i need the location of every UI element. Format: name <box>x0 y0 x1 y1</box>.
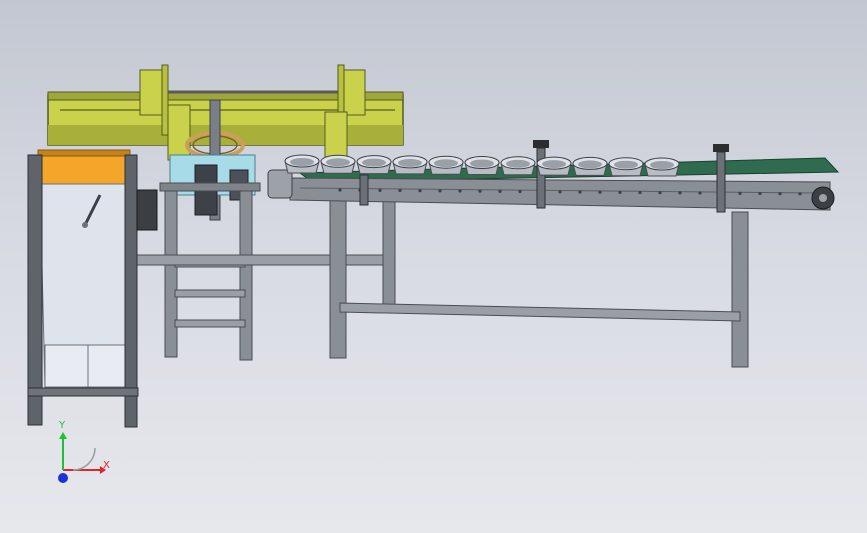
cup <box>608 157 644 177</box>
hopper-top-box <box>37 151 131 185</box>
conveyor-hole <box>678 191 682 195</box>
conveyor-hole <box>378 188 382 192</box>
base-frame[interactable] <box>134 189 749 368</box>
triad-x-label: X <box>103 460 110 471</box>
conveyor-hole <box>498 189 502 193</box>
conveyor-end-roller <box>267 169 293 199</box>
front-leg-right <box>731 211 749 368</box>
gripper-carriage <box>167 104 191 161</box>
conveyor-hole <box>598 190 602 194</box>
gantry-left-upright <box>161 64 169 136</box>
cup <box>392 155 428 175</box>
conveyor-hole <box>758 191 762 196</box>
triad-z-axis <box>58 473 68 483</box>
station-frame-left <box>164 184 178 358</box>
conveyor[interactable] <box>267 140 840 213</box>
conveyor-drive-hub <box>819 194 827 202</box>
hopper-frame-right <box>124 154 138 428</box>
conveyor-hole <box>518 189 522 194</box>
conveyor-hole <box>658 191 662 195</box>
conveyor-hole <box>798 192 802 196</box>
station-crossbar-2 <box>174 289 246 298</box>
gantry-left-bracket <box>139 69 163 116</box>
front-leg-left <box>329 199 347 359</box>
station-frame-right <box>239 189 253 361</box>
rear-leg-left <box>382 189 396 306</box>
hopper-side-motor <box>136 189 158 231</box>
conveyor-side-frame <box>289 177 831 211</box>
conveyor-hole <box>418 189 422 193</box>
station-crossbar-3 <box>174 319 246 328</box>
conveyor-hole <box>618 190 622 194</box>
lower-long-rail <box>339 302 741 322</box>
hopper-frame-left <box>27 154 43 426</box>
cup <box>284 154 320 174</box>
conveyor-hole <box>458 189 462 193</box>
guide-post-1 <box>359 174 369 206</box>
conveyor-hole <box>738 191 742 195</box>
cup-row <box>284 154 680 177</box>
triad-y-label: Y <box>58 420 66 431</box>
hopper-lever-knob <box>82 222 88 228</box>
conveyor-hole <box>578 190 582 194</box>
gantry-right-bracket <box>342 69 366 116</box>
cup <box>464 156 500 175</box>
cup <box>500 156 536 176</box>
triad-y-arrow <box>59 432 67 439</box>
conveyor-hole <box>778 192 782 196</box>
cup <box>320 154 356 174</box>
station-top-frame <box>159 182 261 192</box>
cup <box>356 155 392 175</box>
feeder-hopper[interactable] <box>27 149 158 428</box>
rear-rail <box>134 254 396 266</box>
cup <box>572 156 608 176</box>
conveyor-hole <box>438 189 442 193</box>
triad-rotation-arc <box>72 447 96 471</box>
gripper-carriage-right <box>324 111 348 163</box>
conveyor-hole <box>338 188 342 192</box>
hopper-top-lid <box>37 149 131 157</box>
cup <box>644 157 680 177</box>
cup <box>536 156 572 176</box>
conveyor-hole <box>478 189 482 193</box>
cad-3d-viewport[interactable]: X Y <box>0 0 867 533</box>
conveyor-hole <box>698 191 702 195</box>
conveyor-hole <box>638 190 642 195</box>
coordinate-triad-icon: X Y <box>58 420 110 483</box>
cup <box>428 155 464 175</box>
conveyor-hole <box>398 188 402 193</box>
conveyor-hole <box>558 190 562 194</box>
hopper-foot-bar <box>27 387 139 397</box>
